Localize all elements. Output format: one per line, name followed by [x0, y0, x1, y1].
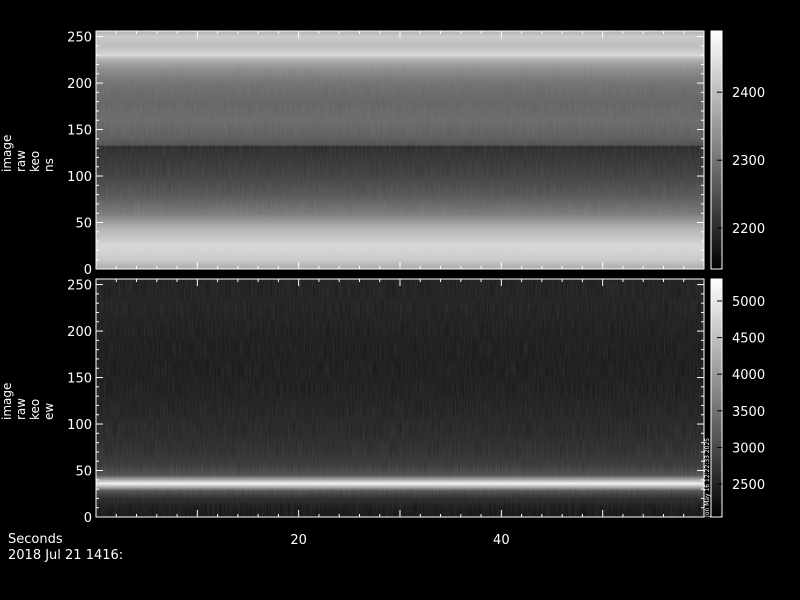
colorbar-0: [711, 31, 722, 269]
cbtick-label-1-3500: 3500: [732, 405, 765, 420]
cbtick-label-0-2200: 2200: [732, 222, 765, 237]
ytick-label-0-250: 250: [67, 31, 92, 46]
heatmap-noise-1: [96, 279, 704, 517]
top-heatmap-panel: 0 50 100 150 200 250 2200 2300 2400: [67, 30, 765, 278]
keogram-chart: 050100150200250220023002400 050100150200…: [67, 30, 765, 548]
ytick-label-1-100: 100: [67, 418, 92, 433]
xtick-label-20: 20: [290, 533, 307, 548]
cbtick-label-0-2300: 2300: [732, 154, 765, 169]
date-label: 2018 Jul 21 1416:: [8, 548, 124, 563]
heatmap-noise-0: [96, 31, 704, 269]
ytick-label-0-0: 0: [84, 263, 92, 278]
timestamp-stamp: Jon May 16 12:22:33 2025: [704, 438, 711, 518]
cbtick-label-1-5000: 5000: [732, 295, 765, 310]
ytick-label-0-100: 100: [67, 170, 92, 185]
stamp-text: Jon May 16 12:22:33 2025: [704, 438, 711, 518]
ytick-label-1-0: 0: [84, 511, 92, 526]
cbtick-label-1-3000: 3000: [732, 441, 765, 456]
cbtick-label-1-4000: 4000: [732, 368, 765, 383]
ytick-label-1-50: 50: [75, 465, 92, 480]
ytick-label-1-250: 250: [67, 279, 92, 294]
cbtick-label-1-4500: 4500: [732, 332, 765, 347]
ytick-label-0-200: 200: [67, 77, 92, 92]
ytick-label-0-150: 150: [67, 124, 92, 139]
ytick-label-1-200: 200: [67, 325, 92, 340]
bottom-heatmap-panel: 0 50 100 150 200 250 20 40 2500 3000 3500 4000 4500 5…: [67, 278, 765, 548]
cbtick-label-1-2500: 2500: [732, 478, 765, 493]
colorbar-1: [711, 279, 722, 517]
ytick-label-1-150: 150: [67, 372, 92, 387]
ytick-label-0-50: 50: [75, 217, 92, 232]
xtick-label-40: 40: [493, 533, 510, 548]
cbtick-label-0-2400: 2400: [732, 86, 765, 101]
x-axis-label: Seconds: [8, 532, 63, 547]
